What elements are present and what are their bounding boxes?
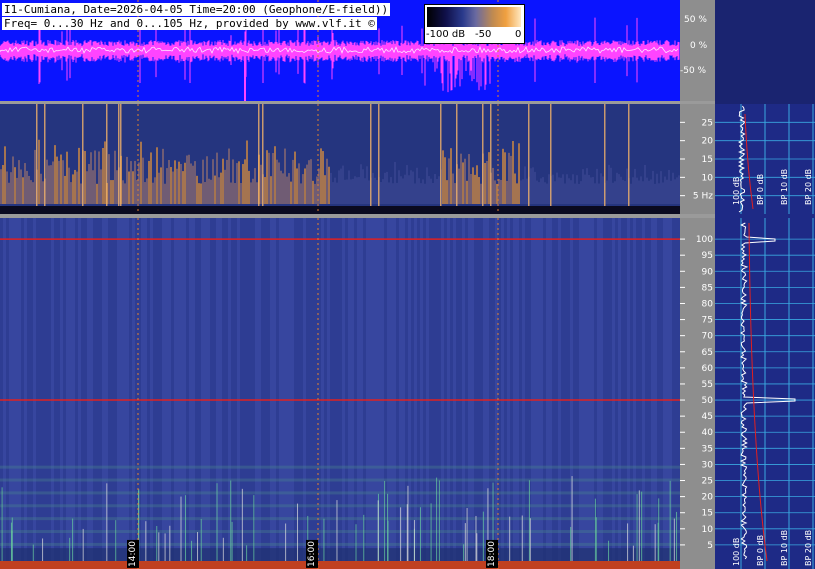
- spec0-bottom-band: [0, 206, 680, 214]
- side-bottom-axis-label-3: BP 20 dB: [804, 530, 813, 566]
- waveform-axis: 50 % 0 % -50 %: [680, 0, 715, 101]
- colorbar-label-max: 0: [515, 29, 522, 40]
- side-spectrum-panel: 100 dB 100 dB BP 0 dB BP 0 dB BP 10 dB BP 10 …: [715, 0, 815, 569]
- spec0-tick-label-15: 15: [702, 155, 713, 165]
- spec1-lowest-band: [0, 548, 680, 561]
- spec1-tick-label-40: 40: [702, 428, 714, 438]
- side-top-axis-label-2: BP 10 dB: [780, 169, 789, 205]
- time-label-16: 16:00: [306, 540, 318, 568]
- spec1-tick-label-45: 45: [702, 412, 713, 422]
- side-bottom-axis-label-1: BP 0 dB: [756, 535, 765, 566]
- spectrogram-0-30hz: [0, 104, 680, 214]
- time-label-14: 14:00: [127, 540, 139, 568]
- spec0-tick-label-20: 20: [702, 137, 714, 147]
- spectrogram-0-105hz-axis: 5 10 15 20 25 30 35 40 45 50 55 60 65 70 75 80 85 90 95 100: [680, 218, 715, 569]
- spec1-tick-label-5: 5: [707, 541, 713, 551]
- time-label-18: 18:00: [486, 540, 498, 568]
- spec1-tick-label-20: 20: [702, 493, 714, 503]
- spec1-tick-label-15: 15: [702, 509, 713, 519]
- side-spectrum-plot: 100 dB 100 dB BP 0 dB BP 0 dB BP 10 dB BP 10 …: [715, 0, 815, 569]
- spec1-tick-label-95: 95: [702, 251, 713, 261]
- spec1-tick-label-70: 70: [702, 332, 714, 342]
- side-bottom-axis-label-0: 100 dB: [732, 538, 741, 566]
- header-line-1: I1-Cumiana, Date=2026-04-05 Time=20:00 (…: [2, 3, 391, 16]
- spec1-bottom-edge: [0, 561, 680, 569]
- side-top-region: [715, 0, 815, 104]
- spectrogram-0-105hz: [0, 218, 681, 569]
- spec1-tick-label-75: 75: [702, 316, 713, 326]
- spec1-tick-label-60: 60: [702, 364, 714, 374]
- spec0-tick-label-5: 5 Hz: [693, 192, 713, 202]
- header-line-2: Freq= 0...30 Hz and 0...105 Hz, provided…: [2, 17, 377, 30]
- spectrogram-0-30hz-ticks: 5 Hz 10 15 20 25: [680, 118, 714, 202]
- spec1-tick-label-30: 30: [702, 460, 714, 470]
- wave-tick-50: 50 %: [684, 15, 707, 25]
- spec1-tick-label-65: 65: [702, 348, 713, 358]
- spec0-tick-label-25: 25: [702, 118, 713, 128]
- spec1-tick-label-35: 35: [702, 444, 713, 454]
- spec1-tick-label-10: 10: [702, 525, 714, 535]
- spec1-texture: [0, 218, 681, 569]
- spectrogram-0-30hz-axis: 5 Hz 10 15 20 25: [680, 104, 715, 214]
- spec1-tick-label-85: 85: [702, 283, 713, 293]
- spectrogram-0-30hz-plot: [0, 104, 680, 214]
- side-top-axis-label-1: BP 0 dB: [756, 174, 765, 205]
- spectrogram-0-105hz-ticks: 5 10 15 20 25 30 35 40 45 50 55 60 65 70 75 80 85 90 95 100: [680, 235, 714, 551]
- spec1-tick-label-100: 100: [696, 235, 713, 245]
- side-bottom-axis-label-2: BP 10 dB: [780, 530, 789, 566]
- colorbar-legend: -100 dB -50 0: [424, 4, 525, 44]
- wave-tick-neg50: -50 %: [680, 66, 707, 76]
- colorbar-gradient: [427, 7, 521, 27]
- spec1-tick-label-25: 25: [702, 477, 713, 487]
- side-top-axis-label-3: BP 20 dB: [804, 169, 813, 205]
- colorbar-label-mid: -50: [475, 29, 492, 40]
- spec1-tick-label-90: 90: [702, 267, 714, 277]
- spec1-tick-label-55: 55: [702, 380, 713, 390]
- spec1-tick-label-50: 50: [702, 396, 714, 406]
- vlf-spectrogram-view: I1-Cumiana, Date=2026-04-05 Time=20:00 (…: [0, 0, 815, 569]
- side-top-axis-label-0: 100 dB: [732, 177, 741, 205]
- spec1-tick-label-80: 80: [702, 299, 714, 309]
- wave-tick-0: 0 %: [690, 41, 708, 51]
- colorbar-label-min: -100 dB: [426, 29, 466, 40]
- spec0-tick-label-10: 10: [702, 173, 714, 183]
- spectrogram-0-105hz-plot: [0, 218, 681, 569]
